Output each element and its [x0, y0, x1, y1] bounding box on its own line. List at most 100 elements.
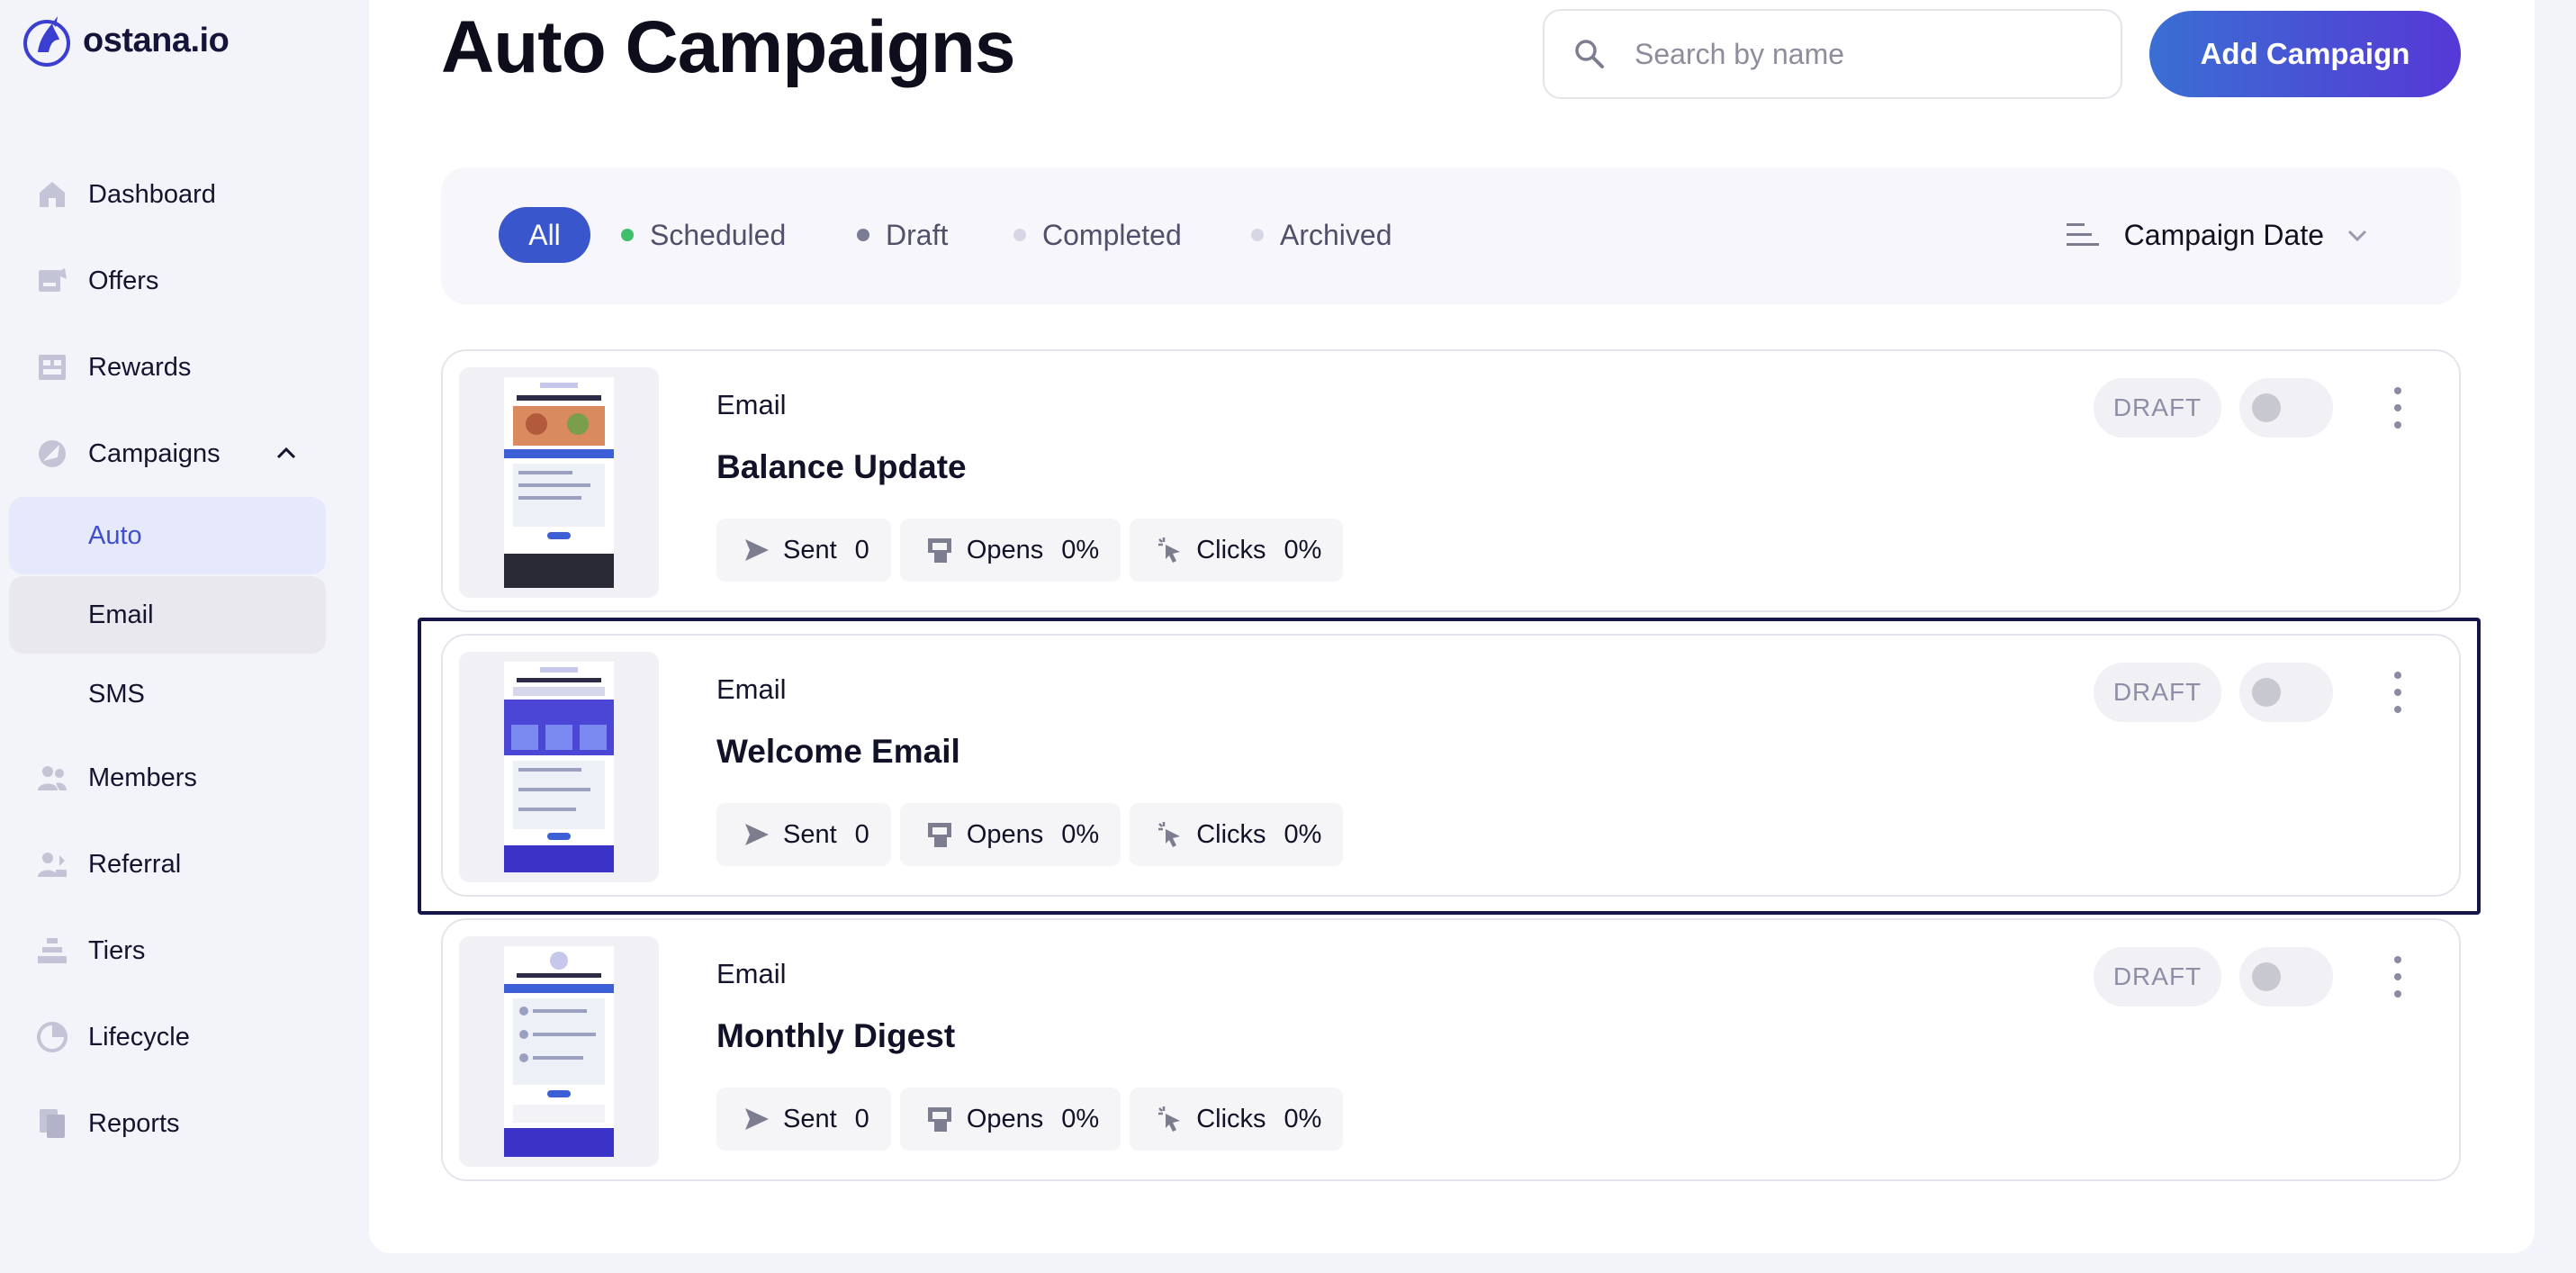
stat-value: 0%: [1283, 1104, 1322, 1133]
sidebar-item-campaigns[interactable]: Campaigns: [9, 411, 326, 497]
stat-value: 0%: [1061, 1104, 1100, 1133]
campaign-card[interactable]: Email Balance Update Sent 0 Opens 0% Cli…: [441, 349, 2461, 612]
stat-sent: Sent 0: [716, 519, 891, 582]
campaign-toggle[interactable]: [2239, 378, 2333, 438]
sidebar-subitem-sms[interactable]: SMS: [9, 655, 326, 733]
stat-value: 0%: [1061, 535, 1100, 564]
stat-label: Clicks: [1196, 1104, 1266, 1133]
sidebar-item-dashboard[interactable]: Dashboard: [9, 151, 326, 238]
chevron-up-icon[interactable]: [274, 441, 299, 466]
sidebar-item-label: Rewards: [88, 352, 192, 382]
stat-opens: Opens 0%: [899, 803, 1121, 866]
stat-label: Sent: [783, 1104, 837, 1133]
status-badge: DRAFT: [2094, 663, 2221, 722]
sidebar-subitem-label: Email: [88, 600, 154, 629]
email-preview-thumbnail: [459, 936, 659, 1167]
filter-tab-completed[interactable]: Completed: [1013, 207, 1182, 263]
search-input[interactable]: [1635, 37, 2103, 71]
email-preview-thumbnail: [459, 367, 659, 598]
sidebar-item-members[interactable]: Members: [9, 735, 326, 821]
stat-value: 0%: [1283, 535, 1322, 564]
brand-logo[interactable]: ostana.io: [22, 13, 230, 68]
sidebar-subitem-auto[interactable]: Auto: [9, 497, 326, 574]
send-icon: [745, 824, 769, 845]
campaign-stats: Sent 0 Opens 0% Clicks 0%: [716, 519, 1344, 582]
campaign-name[interactable]: Balance Update: [716, 448, 967, 486]
campaign-channel: Email: [716, 389, 787, 420]
sidebar-item-label: Tiers: [88, 935, 146, 965]
filter-tab-archived[interactable]: Archived: [1251, 207, 1392, 263]
sidebar-item-label: Members: [88, 763, 197, 792]
sidebar-item-tiers[interactable]: Tiers: [9, 907, 326, 994]
sidebar-item-label: Lifecycle: [88, 1022, 190, 1052]
open-mail-icon: [927, 538, 951, 563]
stat-label: Opens: [966, 1104, 1044, 1133]
main-panel: Auto Campaigns Add Campaign All Schedule…: [369, 0, 2535, 1253]
sidebar-item-rewards[interactable]: Rewards: [9, 324, 326, 411]
sidebar-subitem-label: SMS: [88, 679, 145, 709]
sidebar: ostana.io Dashboard Offers Rewards Campa…: [0, 0, 369, 1273]
sidebar-item-label: Reports: [88, 1108, 180, 1138]
add-campaign-button[interactable]: Add Campaign: [2149, 11, 2461, 97]
email-preview-thumbnail: [459, 652, 659, 882]
page-title: Auto Campaigns: [441, 6, 1015, 88]
sidebar-item-label: Referral: [88, 849, 182, 879]
filter-tab-all[interactable]: All: [499, 207, 590, 263]
stat-opens: Opens 0%: [899, 1088, 1121, 1151]
campaign-stats: Sent 0 Opens 0% Clicks 0%: [716, 1088, 1344, 1151]
campaign-toggle[interactable]: [2239, 663, 2333, 722]
campaigns-icon: [34, 436, 70, 472]
filter-bar: All Scheduled Draft Completed Archived C…: [441, 167, 2461, 304]
filter-tab-label: Archived: [1280, 218, 1392, 251]
campaign-name[interactable]: Welcome Email: [716, 733, 960, 771]
sidebar-item-reports[interactable]: Reports: [9, 1080, 326, 1167]
send-icon: [745, 539, 769, 561]
stat-clicks: Clicks 0%: [1130, 1088, 1344, 1151]
status-badge: DRAFT: [2094, 947, 2221, 1007]
stat-label: Opens: [966, 535, 1044, 564]
stat-label: Clicks: [1196, 535, 1266, 564]
more-options-icon[interactable]: [2387, 956, 2409, 998]
stat-sent: Sent 0: [716, 1088, 891, 1151]
campaign-card[interactable]: Email Monthly Digest Sent 0 Opens 0% Cli…: [441, 918, 2461, 1181]
lifecycle-icon: [34, 1019, 70, 1055]
sidebar-nav: Dashboard Offers Rewards Campaigns Auto …: [9, 151, 326, 1167]
campaign-channel: Email: [716, 958, 787, 989]
stat-value: 0: [854, 1104, 869, 1133]
stat-label: Sent: [783, 535, 837, 564]
campaign-toggle[interactable]: [2239, 947, 2333, 1007]
search-box[interactable]: [1543, 9, 2122, 99]
filter-tab-draft[interactable]: Draft: [857, 207, 948, 263]
filter-tab-label: Completed: [1042, 218, 1182, 251]
sidebar-subitem-label: Auto: [88, 520, 142, 550]
filter-tab-label: Draft: [886, 218, 949, 251]
sidebar-item-referral[interactable]: Referral: [9, 821, 326, 907]
campaign-name[interactable]: Monthly Digest: [716, 1017, 955, 1055]
status-dot: [621, 229, 634, 241]
campaign-stats: Sent 0 Opens 0% Clicks 0%: [716, 803, 1344, 866]
stat-value: 0%: [1061, 819, 1100, 849]
stat-label: Sent: [783, 819, 837, 849]
rewards-icon: [34, 349, 70, 385]
more-options-icon[interactable]: [2387, 387, 2409, 429]
chevron-down-icon: [2347, 230, 2367, 242]
click-cursor-icon: [1158, 537, 1181, 563]
toggle-knob: [2252, 678, 2281, 707]
sidebar-item-offers[interactable]: Offers: [9, 238, 326, 324]
status-badge: DRAFT: [2094, 378, 2221, 438]
filter-tab-scheduled[interactable]: Scheduled: [621, 207, 786, 263]
brand-name: ostana.io: [83, 21, 230, 59]
stat-label: Clicks: [1196, 819, 1266, 849]
campaign-card[interactable]: Email Welcome Email Sent 0 Opens 0% Clic…: [441, 634, 2461, 897]
toggle-knob: [2252, 962, 2281, 991]
reports-icon: [34, 1106, 70, 1142]
sidebar-subitem-email[interactable]: Email: [9, 576, 326, 654]
members-icon: [34, 760, 70, 796]
sidebar-item-label: Dashboard: [88, 179, 216, 209]
sidebar-item-label: Offers: [88, 266, 159, 295]
sidebar-item-lifecycle[interactable]: Lifecycle: [9, 994, 326, 1080]
more-options-icon[interactable]: [2387, 672, 2409, 713]
sort-dropdown[interactable]: Campaign Date: [2066, 207, 2369, 263]
sidebar-item-label: Campaigns: [88, 438, 221, 468]
campaign-channel: Email: [716, 673, 787, 705]
